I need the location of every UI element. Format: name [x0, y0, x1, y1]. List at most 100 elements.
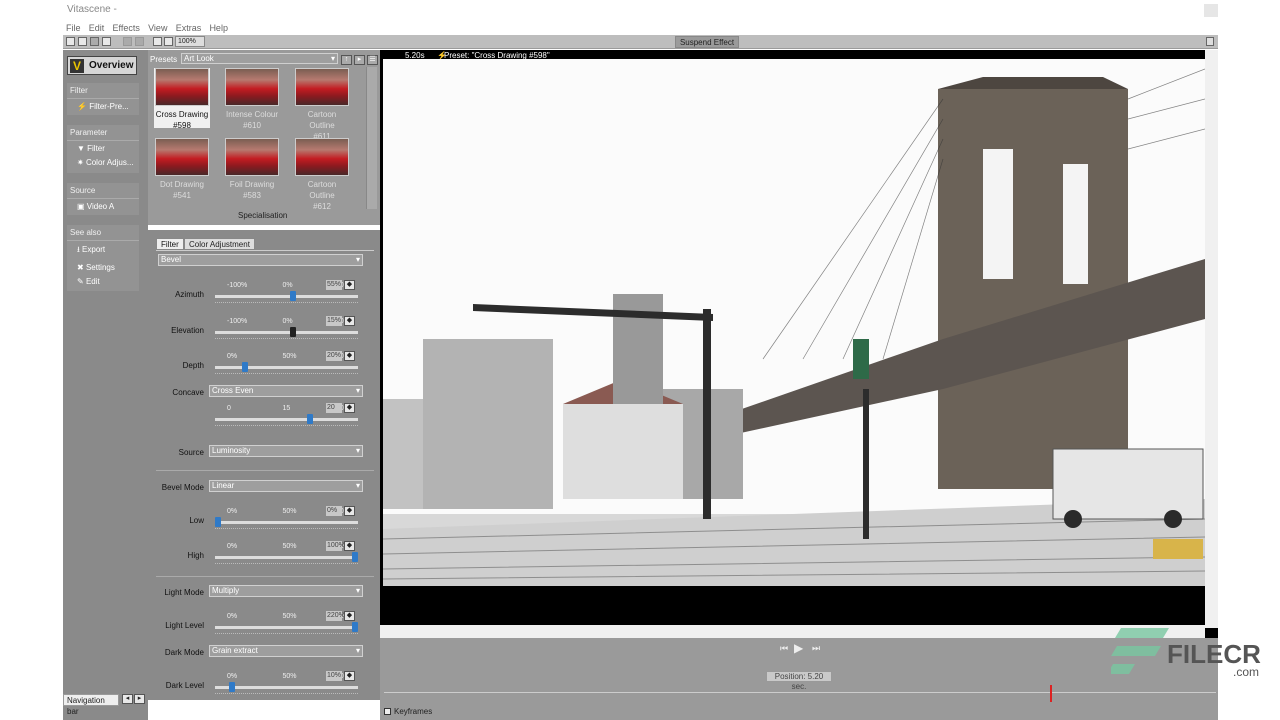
- export-icon[interactable]: [102, 37, 111, 46]
- undo-icon[interactable]: [123, 37, 132, 46]
- menu-file[interactable]: File: [63, 20, 84, 33]
- depth-value-box[interactable]: 20%: [326, 351, 342, 361]
- nav-prev-icon[interactable]: ◂: [122, 694, 133, 704]
- timeline-ruler[interactable]: [384, 692, 1216, 693]
- elevation-keyframe-icon[interactable]: ◆: [344, 316, 355, 326]
- depth-slider-track[interactable]: [215, 366, 358, 369]
- playhead[interactable]: [1050, 685, 1052, 702]
- sidebar-item-edit[interactable]: ✎ Edit: [67, 274, 139, 288]
- redo-icon[interactable]: [135, 37, 144, 46]
- filter-type-select[interactable]: Bevel ▾: [158, 254, 363, 266]
- tab-color-adjustment[interactable]: Color Adjustment: [184, 238, 255, 250]
- menu-help[interactable]: Help: [206, 20, 231, 33]
- light_level-value-box[interactable]: 220%: [326, 611, 345, 621]
- suspend-effect-button[interactable]: Suspend Effect: [675, 36, 739, 48]
- overview-button[interactable]: V Overview: [67, 56, 137, 75]
- sidebar-item-video-a[interactable]: ▣ Video A: [67, 199, 139, 213]
- concave_slider-scale-tick: 0: [227, 405, 231, 412]
- split-view-icon[interactable]: [153, 37, 162, 46]
- azimuth-keyframe-icon[interactable]: ◆: [344, 280, 355, 290]
- compare-view-icon[interactable]: [164, 37, 173, 46]
- play-icon[interactable]: ▶: [794, 641, 803, 655]
- preset-thumb-dot-drawing[interactable]: Dot Drawing #541: [154, 138, 210, 200]
- save-icon[interactable]: [90, 37, 99, 46]
- menu-effects[interactable]: Effects: [110, 20, 143, 33]
- elevation-value-box[interactable]: 15%: [326, 316, 342, 326]
- preset-thumb-cartoon-outline-612[interactable]: Cartoon Outline #612: [294, 138, 350, 211]
- dark_level-keyframe-icon[interactable]: ◆: [344, 671, 355, 681]
- preset-thumb-foil-drawing[interactable]: Foil Drawing #583: [224, 138, 280, 200]
- low-keyframe-icon[interactable]: ◆: [344, 506, 355, 516]
- preset-thumb-cartoon-outline[interactable]: Cartoon Outline #611: [294, 68, 350, 141]
- azimuth-value-box[interactable]: 55%: [326, 280, 342, 290]
- sidebar-item-filter-presets[interactable]: ⚡ Filter-Pre...: [67, 99, 139, 113]
- new-file-icon[interactable]: [66, 37, 75, 46]
- presets-scrollbar[interactable]: [366, 67, 377, 209]
- next-preset-icon[interactable]: ▸: [354, 55, 365, 65]
- sidebar-item-color-adjust[interactable]: ✷ Color Adjus...: [67, 155, 139, 169]
- high-slider-track[interactable]: [215, 556, 358, 559]
- concave-select[interactable]: Cross Even ▾: [209, 385, 363, 397]
- vitascene-window: Vitascene - File Edit Effects View Extra…: [63, 0, 1261, 720]
- dark_level-slider-knob[interactable]: [229, 682, 235, 692]
- zoom-select[interactable]: 100%: [175, 36, 205, 47]
- menu-view[interactable]: View: [145, 20, 170, 33]
- dark-mode-value: Grain extract: [212, 646, 258, 655]
- depth-slider-knob[interactable]: [242, 362, 248, 372]
- preset-thumb-cross-drawing[interactable]: Cross Drawing #598: [154, 68, 210, 130]
- list-view-icon[interactable]: ☰: [367, 55, 378, 65]
- menu-edit[interactable]: Edit: [86, 20, 108, 33]
- preset-thumb-intense-colour[interactable]: Intense Colour #610: [224, 68, 280, 130]
- open-folder-icon[interactable]: [78, 37, 87, 46]
- high-keyframe-icon[interactable]: ◆: [344, 541, 355, 551]
- sidebar-item-filter[interactable]: ▼ Filter: [67, 141, 139, 155]
- close-button[interactable]: [1204, 4, 1218, 17]
- video-frame[interactable]: [383, 59, 1205, 586]
- keyframes-checkbox[interactable]: [384, 708, 391, 715]
- concave_slider-slider-knob[interactable]: [307, 414, 313, 424]
- nav-next-icon[interactable]: ▸: [134, 694, 145, 704]
- pin-icon[interactable]: [1206, 37, 1214, 46]
- dark-mode-label: Dark Mode: [164, 648, 204, 657]
- high-value-box[interactable]: 100%: [326, 541, 345, 551]
- high-slider-knob[interactable]: [352, 552, 358, 562]
- depth-keyframe-icon[interactable]: ◆: [344, 351, 355, 361]
- light_level-keyframe-icon[interactable]: ◆: [344, 611, 355, 621]
- high-scale-tick: 50%: [282, 543, 297, 550]
- parameter-section: Parameter ▼ Filter ✷ Color Adjus...: [67, 125, 139, 173]
- sidebar-item-export[interactable]: ⭳ Export: [67, 241, 139, 260]
- preview-vertical-scrollbar[interactable]: [1205, 50, 1218, 628]
- azimuth-slider-knob[interactable]: [290, 291, 296, 301]
- filecr-watermark: FILECR .com: [1111, 628, 1261, 679]
- azimuth-slider-track[interactable]: [215, 295, 358, 298]
- low-slider-track[interactable]: [215, 521, 358, 524]
- preview-horizontal-scrollbar[interactable]: [380, 625, 1205, 638]
- concave_slider-value-box[interactable]: 20: [326, 403, 342, 413]
- skip-forward-icon[interactable]: ⏭: [812, 643, 820, 654]
- light-mode-select[interactable]: Multiply ▾: [209, 585, 363, 597]
- skip-back-icon[interactable]: ⏮: [780, 643, 788, 654]
- navigation-bar-tab[interactable]: Navigation bar: [63, 694, 119, 716]
- dark-mode-select[interactable]: Grain extract ▾: [209, 645, 363, 657]
- filter-type-value: Bevel: [161, 255, 182, 264]
- move-up-icon[interactable]: ↑: [341, 55, 352, 65]
- tab-filter[interactable]: Filter: [156, 238, 184, 250]
- dark_level-slider-track[interactable]: [215, 686, 358, 689]
- elevation-slider-knob[interactable]: [290, 327, 296, 337]
- elevation-slider-track[interactable]: [215, 331, 358, 334]
- dark_level-scale-tick: 0%: [227, 673, 238, 680]
- dark_level-value-box[interactable]: 10%: [326, 671, 342, 681]
- concave_slider-slider-track[interactable]: [215, 418, 358, 421]
- low-slider-knob[interactable]: [215, 517, 221, 527]
- source-select[interactable]: Luminosity ▾: [209, 445, 363, 457]
- low-value-box[interactable]: 0%: [326, 506, 342, 516]
- concave_slider-keyframe-icon[interactable]: ◆: [344, 403, 355, 413]
- menu-extras[interactable]: Extras: [173, 20, 205, 33]
- light_level-slider-knob[interactable]: [352, 622, 358, 632]
- light_level-slider-track[interactable]: [215, 626, 358, 629]
- bevel-mode-select[interactable]: Linear ▾: [209, 480, 363, 492]
- sidebar-item-settings[interactable]: ✖ Settings: [67, 260, 139, 274]
- window-title: Vitascene -: [67, 4, 117, 15]
- preset-category-select[interactable]: Art Look ▾: [181, 53, 338, 64]
- preset-name: Dot Drawing #541: [159, 180, 204, 200]
